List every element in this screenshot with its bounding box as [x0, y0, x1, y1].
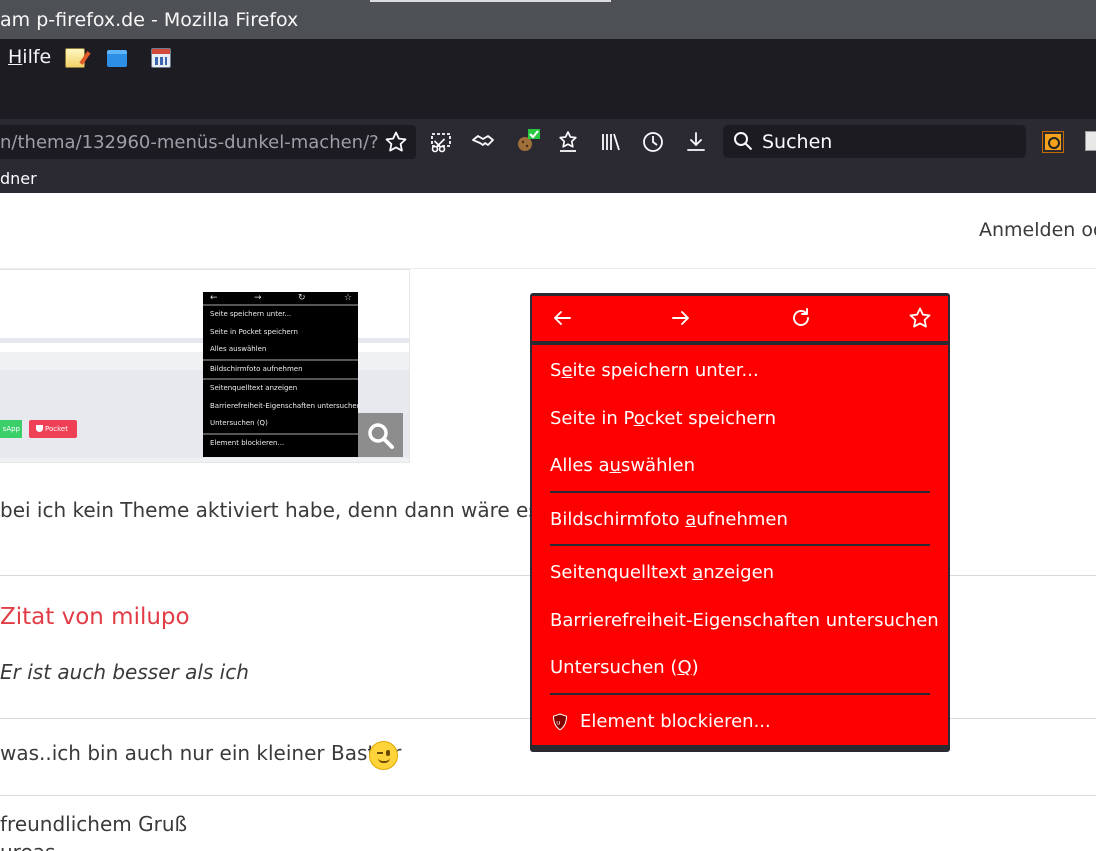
accesskey: u	[609, 455, 621, 476]
item-text: S	[550, 360, 562, 381]
thumb-menu-item: Bildschirmfoto aufnehmen	[210, 364, 303, 373]
item-text: Element blockieren...	[580, 710, 771, 732]
thumb-reload-icon: ↻	[298, 293, 306, 303]
item-text: cket speichern	[644, 407, 777, 429]
accesskey: Q	[677, 657, 692, 678]
wink-mouth	[378, 758, 390, 763]
thumbnail-pocket-button: Pocket	[29, 420, 77, 438]
accesskey: a	[685, 508, 697, 530]
back-arrow-icon[interactable]	[550, 306, 574, 330]
menu-item-block-element[interactable]: u Element blockieren...	[532, 697, 948, 745]
extension-orange-icon[interactable]	[1042, 131, 1064, 153]
screenshot-icon[interactable]	[428, 129, 454, 155]
reply-text: was..ich bin auch nur ein kleiner Bastle…	[0, 741, 402, 765]
url-bar[interactable]: n/thema/132960-menüs-dunkel-machen/?p	[0, 125, 416, 159]
accesskey: a	[692, 562, 704, 583]
download-icon[interactable]	[683, 129, 709, 155]
thumb-forward-arrow-icon: →	[254, 293, 262, 303]
magnifier-icon	[368, 423, 394, 449]
menu-item-select-all[interactable]: Alles auswählen	[532, 442, 948, 490]
bookmarks-toolbar: dner	[0, 165, 1096, 193]
search-icon	[734, 132, 753, 151]
thumb-menu-item: Seitenquelltext anzeigen	[210, 384, 298, 392]
thumb-back-arrow-icon: ←	[210, 293, 218, 303]
context-menu-navigation	[532, 296, 948, 341]
thumb-menu-item: Seite in Pocket speichern	[210, 327, 298, 336]
bookmark-star-icon[interactable]	[384, 130, 408, 154]
divider	[0, 795, 1096, 796]
item-text: Seite in P	[550, 407, 634, 429]
menu-hilfe-rest: ilfe	[22, 46, 52, 68]
item-text: swählen	[620, 455, 695, 476]
star-list-icon[interactable]	[555, 129, 581, 155]
item-text: Untersuchen (	[550, 657, 678, 678]
menu-item-save-page[interactable]: Seite speichern unter...	[532, 347, 948, 395]
extension-document-icon[interactable]	[1085, 131, 1096, 151]
thumb-menu-item: Element blockieren...	[210, 438, 285, 447]
thumb-menu-item: Seite speichern unter...	[210, 310, 292, 318]
site-header: Anmelden oder	[0, 193, 1096, 269]
signature-text: ureas	[0, 840, 55, 851]
greeting-text: freundlichem Gruß	[0, 812, 188, 836]
item-text: )	[691, 657, 699, 678]
cookie-extension-icon[interactable]	[514, 129, 540, 155]
accesskey: o	[633, 407, 645, 429]
quote-text: Er ist auch besser als ich	[0, 660, 249, 684]
post-body-text: bei ich kein Theme aktiviert habe, denn …	[0, 498, 601, 522]
reload-icon[interactable]	[789, 306, 813, 330]
library-icon[interactable]	[598, 129, 624, 155]
notepad-icon[interactable]	[65, 48, 85, 68]
item-text: Seitenquelltext	[550, 562, 693, 583]
login-link[interactable]: Anmelden oder	[979, 219, 1096, 241]
active-tab-indicator	[370, 0, 611, 2]
search-bar[interactable]: Suchen	[723, 125, 1026, 158]
svg-text:u: u	[556, 718, 560, 726]
thumbnail-menu-nav: ← → ↻ ☆	[203, 292, 358, 306]
menu-item-view-source[interactable]: Seitenquelltext anzeigen	[532, 549, 948, 597]
menu-hilfe-accesskey: H	[8, 46, 23, 68]
item-text: ufnehmen	[696, 508, 788, 530]
menu-item-save-to-pocket[interactable]: Seite in Pocket speichern	[532, 394, 948, 442]
menu-item-take-screenshot[interactable]: Bildschirmfoto aufnehmen	[532, 495, 948, 543]
thumbnail-context-menu: ← → ↻ ☆ Seite speichern unter... Seite i…	[203, 292, 362, 457]
accesskey: e	[561, 360, 573, 381]
forward-arrow-icon[interactable]	[669, 306, 693, 330]
quote-title[interactable]: Zitat von milupo	[0, 604, 190, 630]
folder-icon[interactable]	[107, 50, 127, 67]
menu-hilfe[interactable]: Hilfe	[8, 46, 51, 68]
ublock-shield-icon: u	[552, 712, 568, 730]
thumbnail-whatsapp-button: sApp	[0, 420, 22, 438]
item-text: Bildschirmfoto	[550, 508, 686, 530]
thumb-menu-item: Alles auswählen	[210, 345, 267, 353]
context-menu: Seite speichern unter... Seite in Pocket…	[530, 293, 950, 752]
item-text: Barrierefreiheit-Eigenschaften untersuch…	[550, 609, 939, 631]
menu-item-inspect-accessibility[interactable]: Barrierefreiheit-Eigenschaften untersuch…	[532, 596, 948, 644]
handshake-icon[interactable]	[470, 129, 496, 155]
item-text: Alles a	[550, 455, 610, 476]
navigation-toolbar: n/thema/132960-menüs-dunkel-machen/?p Su…	[0, 119, 1096, 165]
screenshot-thumbnail[interactable]: sApp Pocket ← → ↻ ☆ Seite speichern unte…	[0, 269, 410, 463]
item-text: ite speichern unter...	[572, 360, 759, 381]
thumb-menu-item: Untersuchen (Q)	[210, 419, 268, 427]
wink-emoji-icon	[369, 741, 398, 770]
calendar-icon[interactable]	[151, 48, 171, 68]
window-titlebar: am p-firefox.de - Mozilla Firefox	[0, 0, 1096, 39]
zoom-button[interactable]	[358, 413, 403, 457]
bookmark-star-icon[interactable]	[908, 306, 932, 330]
bookmark-item[interactable]: dner	[0, 169, 37, 188]
menu-bar: Hilfe	[0, 39, 1096, 119]
item-text: nzeigen	[703, 562, 775, 583]
search-placeholder: Suchen	[762, 131, 833, 153]
thumb-star-icon: ☆	[344, 293, 353, 303]
history-clock-icon[interactable]	[640, 129, 666, 155]
window-title: am p-firefox.de - Mozilla Firefox	[0, 9, 299, 31]
menu-item-inspect[interactable]: Untersuchen (Q)	[532, 644, 948, 692]
url-text[interactable]: n/thema/132960-menüs-dunkel-machen/?p	[0, 132, 378, 153]
thumb-menu-item: Barrierefreiheit-Eigenschaften untersuch…	[210, 401, 362, 410]
